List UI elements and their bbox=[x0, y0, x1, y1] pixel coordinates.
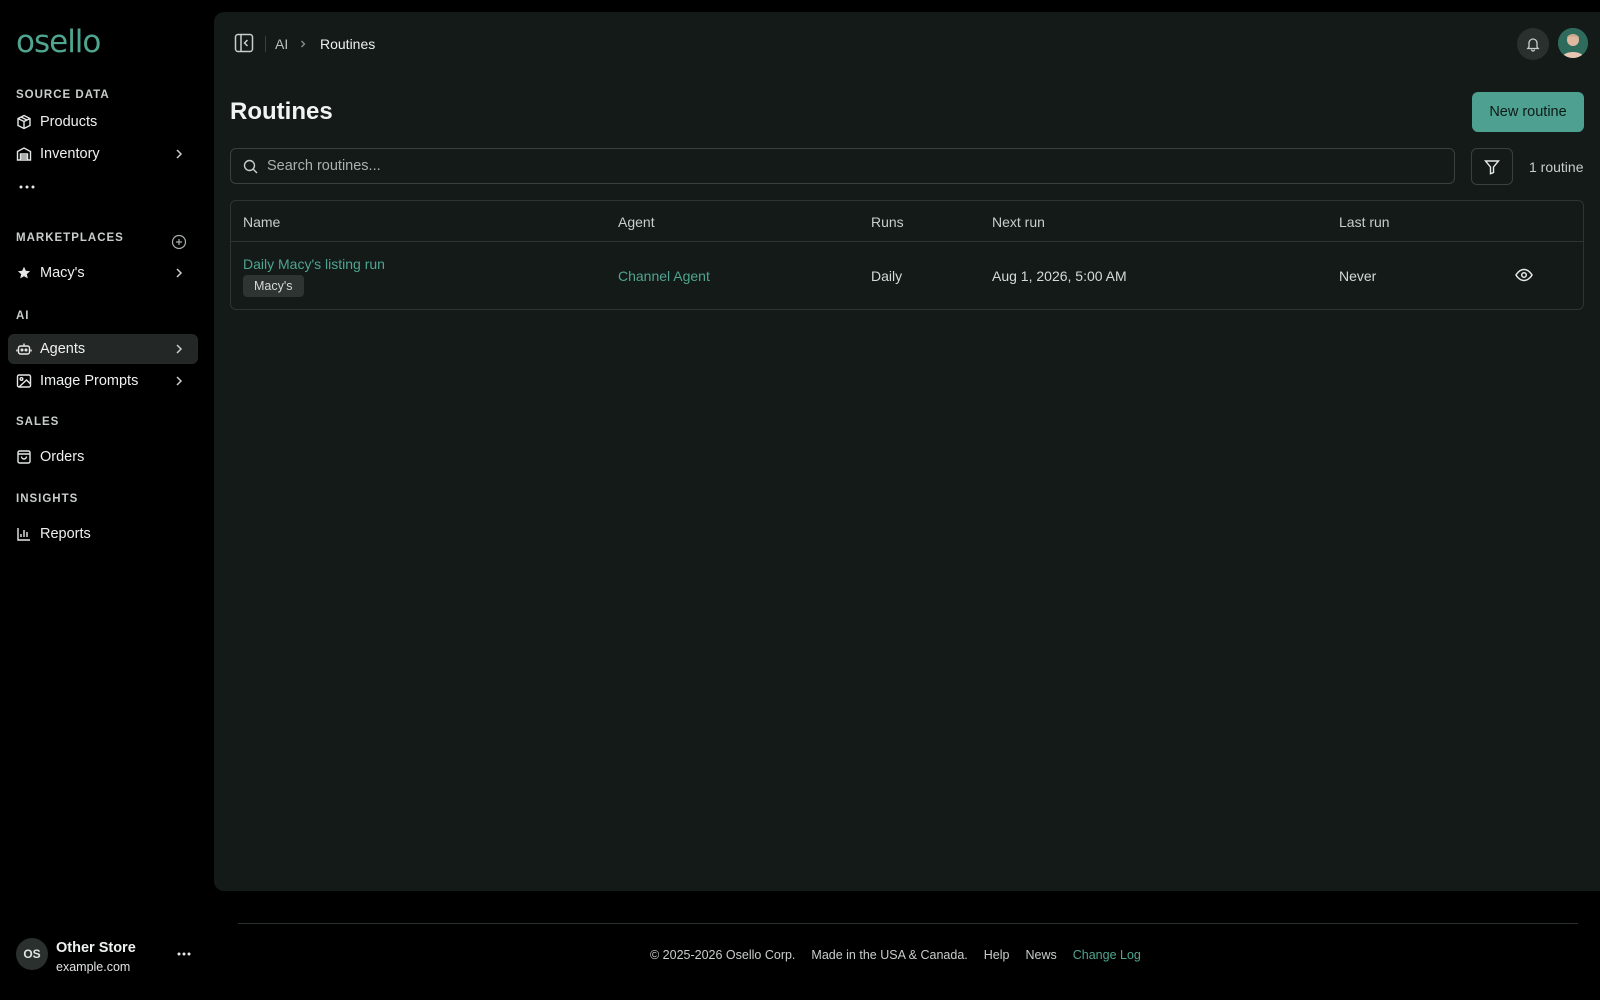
new-routine-button[interactable]: New routine bbox=[1472, 92, 1584, 132]
routine-name-link[interactable]: Daily Macy's listing run bbox=[243, 256, 385, 272]
more-items-icon[interactable] bbox=[18, 183, 36, 191]
store-name: Other Store bbox=[56, 940, 136, 956]
sidebar-item-label: Reports bbox=[40, 526, 91, 542]
search-box[interactable] bbox=[230, 148, 1455, 184]
footer-made-in: Made in the USA & Canada. bbox=[811, 948, 968, 962]
more-options-icon[interactable] bbox=[176, 950, 192, 958]
notifications-button[interactable] bbox=[1517, 28, 1549, 60]
chevron-right-icon bbox=[176, 149, 183, 159]
footer-changelog-link[interactable]: Change Log bbox=[1073, 948, 1141, 962]
column-header-agent[interactable]: Agent bbox=[618, 214, 655, 230]
agent-link[interactable]: Channel Agent bbox=[618, 268, 710, 284]
image-icon bbox=[16, 373, 32, 389]
sidebar-item-orders[interactable]: Orders bbox=[8, 442, 198, 472]
user-account[interactable]: OS Other Store example.com bbox=[16, 938, 196, 974]
last-run-value: Never bbox=[1339, 268, 1377, 284]
shopping-bag-icon bbox=[16, 449, 32, 465]
routine-count: 1 routine bbox=[1529, 159, 1584, 175]
next-run-value: Aug 1, 2026, 5:00 AM bbox=[992, 268, 1127, 284]
search-icon bbox=[243, 159, 258, 174]
sidebar-item-reports[interactable]: Reports bbox=[8, 519, 198, 549]
sidebar-item-agents[interactable]: Agents bbox=[8, 334, 198, 364]
bar-chart-icon bbox=[16, 526, 32, 542]
column-header-last-run[interactable]: Last run bbox=[1339, 214, 1390, 230]
footer-help-link[interactable]: Help bbox=[984, 948, 1010, 962]
divider bbox=[265, 36, 266, 52]
breadcrumb-current: Routines bbox=[320, 36, 376, 52]
section-source-data: SOURCE DATA bbox=[16, 89, 110, 101]
column-header-runs[interactable]: Runs bbox=[871, 214, 904, 230]
sidebar-item-inventory[interactable]: Inventory bbox=[8, 139, 198, 169]
routines-table: Name Agent Runs Next run Last run Daily … bbox=[230, 200, 1584, 310]
chevron-right-icon bbox=[176, 344, 183, 354]
marketplace-tag: Macy's bbox=[243, 275, 304, 297]
star-icon bbox=[16, 265, 32, 281]
user-photo-icon bbox=[1558, 28, 1588, 58]
sidebar: osello SOURCE DATA Products Inventory MA… bbox=[0, 0, 210, 1000]
sidebar-toggle-icon[interactable] bbox=[234, 33, 254, 53]
divider bbox=[231, 241, 1583, 242]
robot-icon bbox=[16, 341, 32, 357]
footer-news-link[interactable]: News bbox=[1025, 948, 1056, 962]
sidebar-item-label: Image Prompts bbox=[40, 373, 139, 389]
footer-divider bbox=[238, 923, 1578, 924]
column-header-next-run[interactable]: Next run bbox=[992, 214, 1045, 230]
footer-copyright: © 2025-2026 Osello Corp. bbox=[650, 948, 796, 962]
chevron-right-icon bbox=[176, 376, 183, 386]
page-title: Routines bbox=[230, 98, 333, 125]
add-marketplace-icon[interactable] bbox=[171, 234, 187, 250]
filter-button[interactable] bbox=[1471, 148, 1513, 185]
section-ai: AI bbox=[16, 310, 30, 322]
chevron-right-icon bbox=[301, 40, 306, 48]
avatar: OS bbox=[16, 938, 48, 970]
eye-icon[interactable] bbox=[1515, 267, 1533, 283]
sidebar-item-image-prompts[interactable]: Image Prompts bbox=[8, 366, 198, 396]
main-panel: AI Routines Routines New routine 1 routi… bbox=[214, 12, 1600, 891]
store-domain: example.com bbox=[56, 960, 131, 974]
sidebar-item-label: Agents bbox=[40, 341, 86, 357]
runs-value: Daily bbox=[871, 268, 903, 284]
breadcrumb-ai[interactable]: AI bbox=[275, 36, 288, 52]
sidebar-item-label: Products bbox=[40, 114, 98, 130]
sidebar-item-label: Orders bbox=[40, 449, 85, 465]
sidebar-item-label: Macy's bbox=[40, 265, 85, 281]
sidebar-item-products[interactable]: Products bbox=[8, 107, 198, 137]
app-root: osello SOURCE DATA Products Inventory MA… bbox=[0, 0, 1600, 1000]
box-icon bbox=[16, 114, 32, 130]
section-insights: INSIGHTS bbox=[16, 493, 79, 505]
filter-icon bbox=[1484, 159, 1500, 175]
chevron-right-icon bbox=[176, 268, 183, 278]
logo-text: osello bbox=[16, 24, 101, 60]
osello-logo[interactable]: osello bbox=[16, 24, 101, 60]
sidebar-item-macys[interactable]: Macy's bbox=[8, 258, 198, 288]
section-sales: SALES bbox=[16, 416, 60, 428]
warehouse-icon bbox=[16, 146, 32, 162]
footer: © 2025-2026 Osello Corp. Made in the USA… bbox=[650, 948, 1141, 962]
bell-icon bbox=[1526, 38, 1540, 52]
profile-avatar[interactable] bbox=[1558, 28, 1588, 58]
column-header-name[interactable]: Name bbox=[243, 214, 280, 230]
sidebar-item-label: Inventory bbox=[40, 146, 100, 162]
search-input[interactable] bbox=[267, 149, 1437, 183]
section-marketplaces: MARKETPLACES bbox=[16, 232, 124, 244]
